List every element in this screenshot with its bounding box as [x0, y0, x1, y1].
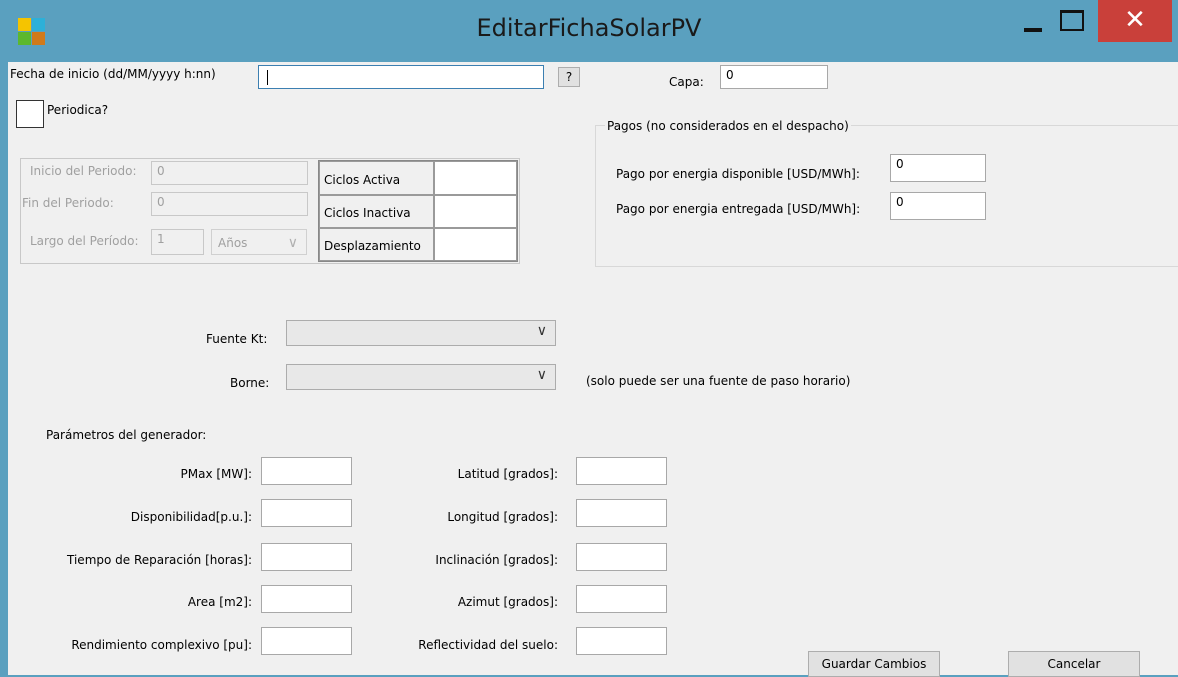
pmax-input[interactable]: [261, 457, 352, 485]
rendimiento-label: Rendimiento complexivo [pu]:: [71, 638, 252, 652]
inclinacion-input[interactable]: [576, 543, 667, 571]
borne-note: (solo puede ser una fuente de paso horar…: [586, 374, 851, 388]
chevron-down-icon: ∨: [536, 323, 547, 339]
ciclos-inactiva-cell[interactable]: [434, 195, 517, 228]
minimize-icon: [1024, 28, 1042, 32]
maximize-icon: [1060, 10, 1084, 31]
latitud-label: Latitud [grados]:: [457, 467, 558, 481]
fecha-label: Fecha de inicio (dd/MM/yyyy h:nn): [10, 67, 216, 81]
fin-periodo-input[interactable]: 0: [151, 192, 308, 216]
fuente-kt-label: Fuente Kt:: [206, 332, 268, 346]
periodica-checkbox[interactable]: [16, 100, 44, 128]
close-icon: ✕: [1124, 5, 1146, 35]
grid-row-header: Ciclos Inactiva: [319, 195, 434, 228]
longitud-label: Longitud [grados]:: [447, 510, 558, 524]
disponibilidad-label: Disponibilidad[p.u.]:: [130, 510, 252, 524]
area-label: Area [m2]:: [187, 595, 252, 609]
dialog-body: Fecha de inicio (dd/MM/yyyy h:nn) ? Capa…: [8, 62, 1178, 677]
pago-entregada-input[interactable]: 0: [890, 192, 986, 220]
periodica-label: Periodica?: [47, 103, 109, 117]
inicio-periodo-label: Inicio del Periodo:: [30, 164, 137, 178]
inicio-periodo-input[interactable]: 0: [151, 161, 308, 185]
longitud-input[interactable]: [576, 499, 667, 527]
chevron-down-icon: ∨: [536, 367, 547, 383]
capa-label: Capa:: [669, 75, 704, 89]
largo-periodo-input[interactable]: 1: [151, 229, 204, 255]
pago-disponible-input[interactable]: 0: [890, 154, 986, 182]
pago-entregada-label: Pago por energia entregada [USD/MWh]:: [616, 202, 861, 216]
azimut-label: Azimut [grados]:: [457, 595, 558, 609]
fin-periodo-label: Fin del Periodo:: [22, 196, 114, 210]
maximize-button[interactable]: [1050, 8, 1096, 42]
chevron-down-icon: ∨: [287, 235, 298, 251]
reflectividad-label: Reflectividad del suelo:: [418, 638, 558, 652]
ciclos-activa-cell[interactable]: [434, 161, 517, 195]
area-input[interactable]: [261, 585, 352, 613]
pago-disponible-label: Pago por energia disponible [USD/MWh]:: [616, 167, 860, 181]
close-button[interactable]: ✕: [1098, 0, 1172, 42]
tiempo-reparacion-input[interactable]: [261, 543, 352, 571]
window-title: EditarFichaSolarPV: [476, 14, 702, 42]
latitud-input[interactable]: [576, 457, 667, 485]
ciclos-grid: Ciclos Activa Ciclos Inactiva Desplazami…: [318, 160, 518, 262]
generador-section-label: Parámetros del generador:: [46, 428, 207, 442]
rendimiento-input[interactable]: [261, 627, 352, 655]
fuente-kt-select[interactable]: ∨: [286, 320, 556, 346]
cancel-button[interactable]: Cancelar: [1008, 651, 1140, 677]
text-caret: [267, 70, 268, 85]
azimut-input[interactable]: [576, 585, 667, 613]
pagos-group-title: Pagos (no considerados en el despacho): [605, 119, 851, 133]
borne-label: Borne:: [230, 376, 270, 390]
reflectividad-input[interactable]: [576, 627, 667, 655]
save-button[interactable]: Guardar Cambios: [808, 651, 940, 677]
fecha-input[interactable]: [258, 65, 544, 89]
tiempo-reparacion-label: Tiempo de Reparación [horas]:: [67, 553, 252, 567]
desplazamiento-cell[interactable]: [434, 228, 517, 261]
inclinacion-label: Inclinación [grados]:: [435, 553, 558, 567]
grid-row-header: Desplazamiento: [319, 228, 434, 261]
capa-input[interactable]: 0: [720, 65, 828, 89]
pmax-label: PMax [MW]:: [180, 467, 252, 481]
borne-select[interactable]: ∨: [286, 364, 556, 390]
pagos-group: [595, 125, 1178, 267]
unidad-periodo-select[interactable]: Años ∨: [211, 229, 307, 255]
grid-row-header: Ciclos Activa: [319, 161, 434, 195]
disponibilidad-input[interactable]: [261, 499, 352, 527]
largo-periodo-label: Largo del Período:: [30, 234, 139, 248]
help-button[interactable]: ?: [558, 67, 580, 87]
